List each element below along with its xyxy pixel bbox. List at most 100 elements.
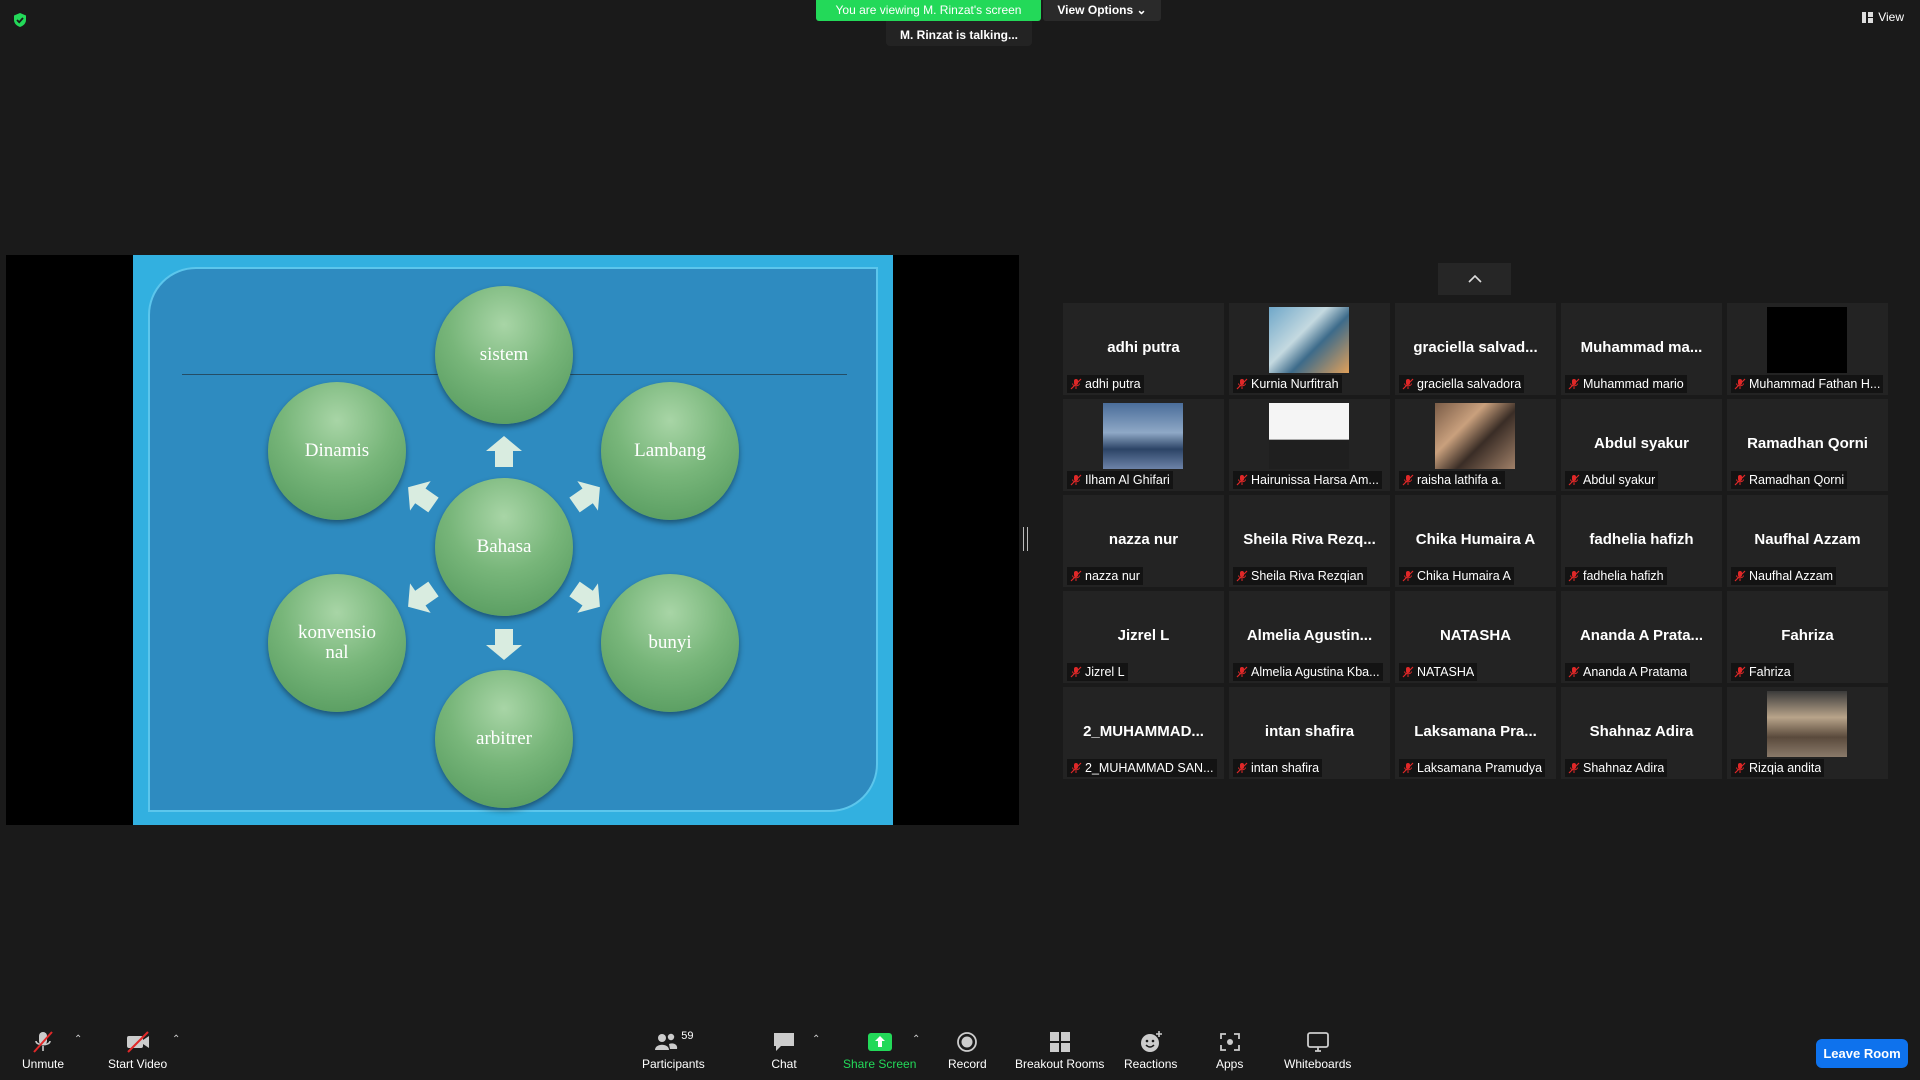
participant-video-thumbnail xyxy=(1767,691,1847,757)
whiteboards-button[interactable]: Whiteboards xyxy=(1284,1030,1351,1071)
participant-name-label: Muhammad Fathan H... xyxy=(1731,375,1884,393)
participant-display-name: adhi putra xyxy=(1107,339,1180,356)
participant-tile[interactable]: Rizqia andita xyxy=(1727,687,1888,779)
microphone-muted-icon xyxy=(1402,762,1414,774)
participant-name: Ramadhan Qorni xyxy=(1749,473,1845,487)
video-camera-off-icon xyxy=(126,1031,149,1053)
participant-video-thumbnail xyxy=(1103,403,1183,469)
unmute-button[interactable]: Unmute xyxy=(22,1030,64,1071)
participant-tile[interactable]: intan shafira intan shafira xyxy=(1229,687,1390,779)
audio-options-caret-icon[interactable]: ⌃ xyxy=(74,1034,82,1045)
apps-label: Apps xyxy=(1216,1057,1244,1071)
bubble-konvensional: konvensio nal xyxy=(268,574,406,712)
participant-tile[interactable]: fadhelia hafizh fadhelia hafizh xyxy=(1561,495,1722,587)
participant-tile[interactable]: Almelia Agustin... Almelia Agustina Kba.… xyxy=(1229,591,1390,683)
participant-tile[interactable]: Ananda A Prata... Ananda A Pratama xyxy=(1561,591,1722,683)
participant-display-name: intan shafira xyxy=(1264,723,1355,740)
apps-button[interactable]: Apps xyxy=(1216,1030,1243,1071)
participant-name-label: raisha lathifa a. xyxy=(1399,471,1505,489)
participant-name-label: 2_MUHAMMAD SAN... xyxy=(1067,759,1217,777)
microphone-muted-icon xyxy=(1734,570,1746,582)
active-speaker-text: M. Rinzat is talking... xyxy=(899,28,1018,42)
participant-tile[interactable]: adhi putra adhi putra xyxy=(1063,303,1224,395)
view-button[interactable]: View xyxy=(1862,10,1904,24)
share-options-caret-icon[interactable]: ⌃ xyxy=(912,1034,920,1045)
share-screen-button[interactable]: Share Screen xyxy=(843,1030,916,1071)
participant-display-name: 2_MUHAMMAD... xyxy=(1083,723,1204,740)
participant-name-label: fadhelia hafizh xyxy=(1565,567,1667,585)
participant-tile[interactable]: NATASHA NATASHA xyxy=(1395,591,1556,683)
gallery-scroll-up-button[interactable] xyxy=(1438,263,1511,295)
video-options-caret-icon[interactable]: ⌃ xyxy=(172,1034,180,1045)
microphone-muted-icon xyxy=(1568,474,1580,486)
participant-tile[interactable]: Laksamana Pra... Laksamana Pramudya xyxy=(1395,687,1556,779)
participant-tile[interactable]: 2_MUHAMMAD... 2_MUHAMMAD SAN... xyxy=(1063,687,1224,779)
grid-view-icon xyxy=(1862,11,1874,23)
leave-room-button[interactable]: Leave Room xyxy=(1816,1039,1908,1068)
participant-name-label: Ilham Al Ghifari xyxy=(1067,471,1173,489)
participant-display-name: Fahriza xyxy=(1781,627,1834,644)
participant-name: Fahriza xyxy=(1749,665,1791,679)
microphone-muted-icon xyxy=(1734,378,1746,390)
participant-tile[interactable]: Kurnia Nurfitrah xyxy=(1229,303,1390,395)
chat-button[interactable]: Chat xyxy=(771,1030,797,1071)
security-shield-icon[interactable] xyxy=(12,12,28,28)
participant-name: Ilham Al Ghifari xyxy=(1085,473,1170,487)
participant-name: Sheila Riva Rezqian xyxy=(1251,569,1364,583)
microphone-muted-icon xyxy=(33,1031,53,1053)
participant-tile[interactable]: Sheila Riva Rezq... Sheila Riva Rezqian xyxy=(1229,495,1390,587)
participant-tile[interactable]: Ramadhan Qorni Ramadhan Qorni xyxy=(1727,399,1888,491)
participant-tile[interactable]: Fahriza Fahriza xyxy=(1727,591,1888,683)
participant-name: raisha lathifa a. xyxy=(1417,473,1502,487)
start-video-label: Start Video xyxy=(108,1057,168,1071)
participant-tile[interactable]: Naufhal Azzam Naufhal Azzam xyxy=(1727,495,1888,587)
participants-button[interactable]: 59 Participants xyxy=(642,1030,705,1071)
participant-video-thumbnail xyxy=(1767,307,1847,373)
view-options-button[interactable]: View Options ⌄ xyxy=(1043,0,1161,21)
participant-tile[interactable]: Muhammad ma... Muhammad mario xyxy=(1561,303,1722,395)
participant-display-name: nazza nur xyxy=(1108,531,1179,548)
unmute-label: Unmute xyxy=(22,1057,65,1071)
chat-label: Chat xyxy=(771,1057,797,1071)
participant-display-name: Jizrel L xyxy=(1117,627,1170,644)
reactions-button[interactable]: Reactions xyxy=(1124,1030,1177,1071)
participant-tile[interactable]: Ilham Al Ghifari xyxy=(1063,399,1224,491)
participant-tile[interactable]: graciella salvad... graciella salvadora xyxy=(1395,303,1556,395)
breakout-rooms-label: Breakout Rooms xyxy=(1015,1057,1105,1071)
smiley-plus-icon xyxy=(1140,1031,1162,1052)
start-video-button[interactable]: Start Video xyxy=(108,1030,167,1071)
participant-display-name: Muhammad ma... xyxy=(1580,339,1703,356)
participant-name: nazza nur xyxy=(1085,569,1140,583)
participant-name: Abdul syakur xyxy=(1583,473,1656,487)
microphone-muted-icon xyxy=(1070,474,1082,486)
participant-tile[interactable]: Shahnaz Adira Shahnaz Adira xyxy=(1561,687,1722,779)
participant-name-label: Kurnia Nurfitrah xyxy=(1233,375,1342,393)
participant-tile[interactable]: Jizrel L Jizrel L xyxy=(1063,591,1224,683)
record-button[interactable]: Record xyxy=(948,1030,987,1071)
microphone-muted-icon xyxy=(1236,762,1248,774)
microphone-muted-icon xyxy=(1568,378,1580,390)
participant-tile[interactable]: Hairunissa Harsa Am... xyxy=(1229,399,1390,491)
breakout-rooms-button[interactable]: Breakout Rooms xyxy=(1015,1030,1104,1071)
record-icon xyxy=(957,1032,978,1052)
chat-options-caret-icon[interactable]: ⌃ xyxy=(812,1034,820,1045)
participant-name: Naufhal Azzam xyxy=(1749,569,1834,583)
bubble-sistem: sistem xyxy=(435,286,573,424)
microphone-muted-icon xyxy=(1734,666,1746,678)
chevron-up-icon xyxy=(1467,275,1482,283)
share-screen-icon xyxy=(867,1033,892,1051)
participant-tile[interactable]: Chika Humaira A Chika Humaira A xyxy=(1395,495,1556,587)
microphone-muted-icon xyxy=(1568,762,1580,774)
participant-tile[interactable]: nazza nur nazza nur xyxy=(1063,495,1224,587)
split-view-resize-handle[interactable] xyxy=(1023,527,1028,551)
participant-display-name: Naufhal Azzam xyxy=(1754,531,1861,548)
participant-tile[interactable]: Muhammad Fathan H... xyxy=(1727,303,1888,395)
participant-tile[interactable]: Abdul syakur Abdul syakur xyxy=(1561,399,1722,491)
microphone-muted-icon xyxy=(1236,666,1248,678)
whiteboards-label: Whiteboards xyxy=(1284,1057,1352,1071)
participant-display-name: Laksamana Pra... xyxy=(1414,723,1537,740)
participant-tile[interactable]: raisha lathifa a. xyxy=(1395,399,1556,491)
participant-name-label: Jizrel L xyxy=(1067,663,1128,681)
reactions-label: Reactions xyxy=(1124,1057,1178,1071)
participant-display-name: Ramadhan Qorni xyxy=(1747,435,1868,452)
